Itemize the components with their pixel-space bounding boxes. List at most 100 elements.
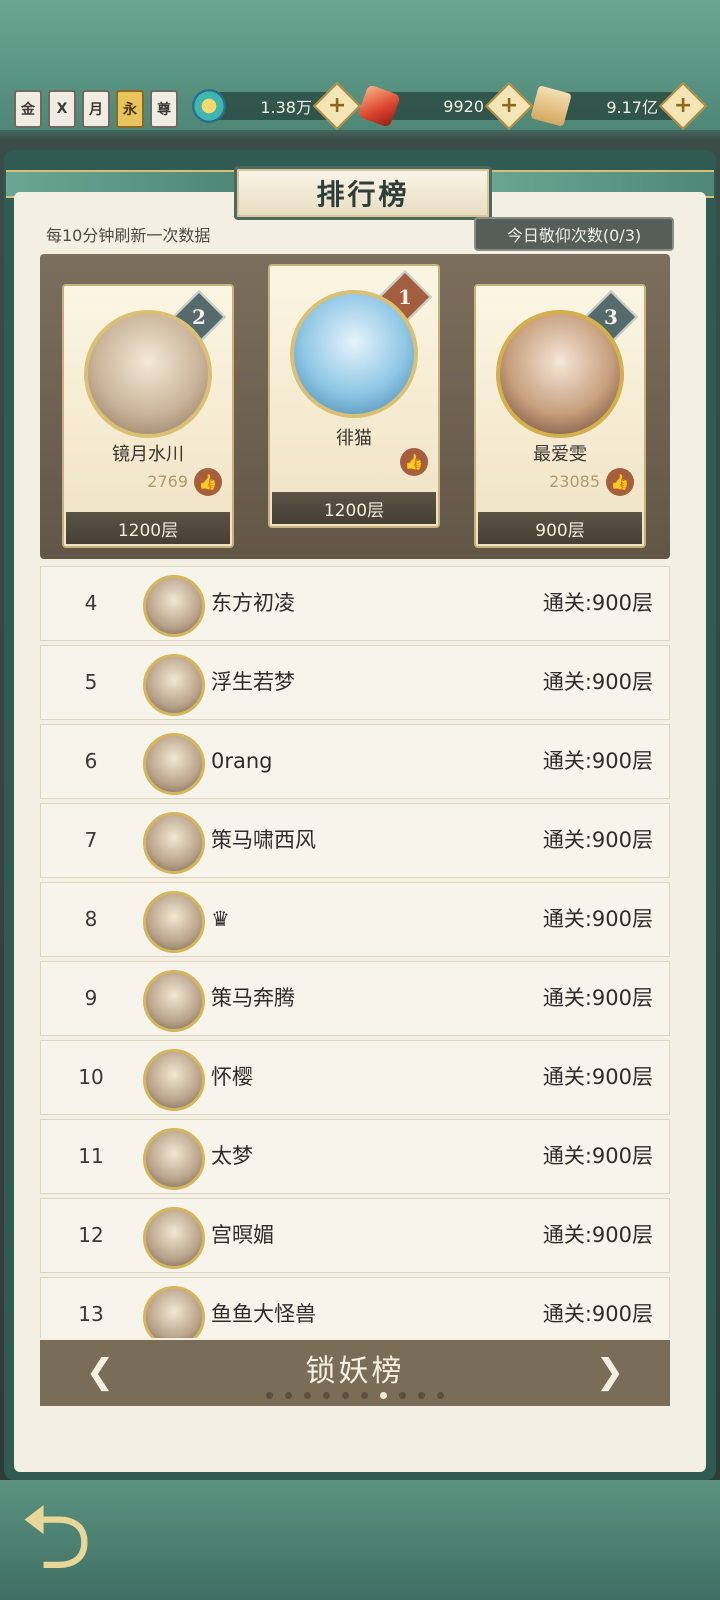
thumbs-up-icon[interactable]: 👍	[606, 468, 634, 496]
avatar[interactable]	[143, 654, 205, 716]
page-dot[interactable]	[304, 1392, 311, 1399]
add-scroll-ticket-button[interactable]: +	[658, 81, 708, 131]
badge-gold-title[interactable]: 金	[14, 90, 42, 128]
avatar[interactable]	[143, 733, 205, 795]
player-name: 0rang	[211, 749, 273, 773]
table-row[interactable]: 12 宫暝媚 通关:900层	[40, 1198, 670, 1273]
resource-scroll-ticket: 9.17亿 +	[530, 81, 708, 131]
spirit-coin-icon	[192, 89, 226, 123]
avatar[interactable]	[143, 1128, 205, 1190]
add-spirit-coin-button[interactable]: +	[312, 81, 362, 131]
player-name: 镜月水川	[112, 444, 184, 465]
page-dot[interactable]	[418, 1392, 425, 1399]
player-name: 最爱雯	[533, 444, 587, 465]
clear-result: 通关:900层	[542, 1302, 653, 1326]
red-crystal-icon	[357, 84, 401, 128]
avatar[interactable]	[143, 1049, 205, 1111]
avatar	[496, 310, 624, 438]
table-row[interactable]: 7 策马啸西风 通关:900层	[40, 803, 670, 878]
rank-number: 8	[84, 907, 98, 931]
rank-number: 6	[84, 749, 98, 773]
player-name: 东方初凌	[211, 591, 295, 615]
player-name: 徘猫	[336, 428, 372, 449]
top-status-bar: 金 X 月 永 尊 1.38万 + 9920 + 9.17亿 +	[0, 0, 720, 131]
avatar[interactable]	[143, 891, 205, 953]
back-arrow-icon[interactable]: ⮌	[20, 1488, 160, 1588]
refresh-note: 每10分钟刷新一次数据	[46, 226, 211, 245]
avatar[interactable]	[143, 970, 205, 1032]
avatar[interactable]	[143, 575, 205, 637]
table-row[interactable]: 8 ♛ 通关:900层	[40, 882, 670, 957]
rank-number: 7	[84, 828, 98, 852]
page-dot[interactable]	[342, 1392, 349, 1399]
clear-result: 通关:900层	[542, 1144, 653, 1168]
badge-supreme-title[interactable]: 尊	[150, 90, 178, 128]
rank-number: 4	[84, 591, 98, 615]
rank-number: 11	[78, 1144, 104, 1168]
page-dot[interactable]	[437, 1392, 444, 1399]
top-three-podium: 2 镜月水川 2769 👍 1200层 1 徘猫 👍 1200层 3 最爱雯 2…	[40, 254, 670, 559]
leaderboard-name: 锁妖榜	[305, 1354, 405, 1389]
podium-card-third[interactable]: 3 最爱雯 23085 👍 900层	[474, 284, 646, 548]
player-name: ♛	[211, 907, 230, 931]
like-count: 23085	[549, 472, 600, 491]
plus-icon: +	[499, 93, 519, 118]
page-dot[interactable]	[266, 1392, 273, 1399]
podium-card-first[interactable]: 1 徘猫 👍 1200层	[268, 264, 440, 528]
page-dot[interactable]	[361, 1392, 368, 1399]
ranking-list[interactable]: 4 东方初凌 通关:900层 5 浮生若梦 通关:900层 6 0rang 通关…	[40, 566, 670, 1338]
rank-number: 5	[84, 670, 98, 694]
table-row[interactable]: 4 东方初凌 通关:900层	[40, 566, 670, 641]
player-name: 浮生若梦	[211, 670, 295, 694]
page-dot[interactable]	[399, 1392, 406, 1399]
player-name: 太梦	[211, 1144, 253, 1168]
thumbs-up-icon[interactable]: 👍	[194, 468, 222, 496]
table-row[interactable]: 6 0rang 通关:900层	[40, 724, 670, 799]
resource-spirit-coin: 1.38万 +	[192, 81, 362, 131]
table-row[interactable]: 10 怀樱 通关:900层	[40, 1040, 670, 1115]
table-row[interactable]: 9 策马奔腾 通关:900层	[40, 961, 670, 1036]
add-red-crystal-button[interactable]: +	[484, 81, 534, 131]
player-name: 策马奔腾	[211, 986, 295, 1010]
clear-result: 通关:900层	[542, 670, 653, 694]
player-name: 怀樱	[211, 1065, 253, 1089]
avatar	[290, 290, 418, 418]
avatar[interactable]	[143, 1286, 205, 1338]
leaderboard-tab-switcher: ❮ 锁妖榜 ❯	[40, 1340, 670, 1406]
clear-result: 通关:900层	[542, 907, 653, 931]
page-dot[interactable]	[285, 1392, 292, 1399]
scroll-ticket-icon	[530, 85, 572, 127]
floor-result: 900层	[478, 512, 642, 544]
badge-x-title[interactable]: X	[48, 90, 76, 128]
avatar[interactable]	[143, 812, 205, 874]
clear-result: 通关:900层	[542, 749, 653, 773]
thumbs-up-icon[interactable]: 👍	[400, 448, 428, 476]
player-name: 宫暝媚	[211, 1223, 274, 1247]
table-row[interactable]: 5 浮生若梦 通关:900层	[40, 645, 670, 720]
rank-number: 10	[78, 1065, 104, 1089]
clear-result: 通关:900层	[542, 828, 653, 852]
floor-result: 1200层	[66, 512, 230, 544]
panel-title: 排行榜	[316, 178, 410, 211]
avatar[interactable]	[143, 1207, 205, 1269]
worship-count-button[interactable]: 今日敬仰次数(0/3)	[474, 217, 674, 251]
clear-result: 通关:900层	[542, 1065, 653, 1089]
title-badges: 金 X 月 永 尊	[14, 90, 178, 128]
badge-moon-title[interactable]: 月	[82, 90, 110, 128]
clear-result: 通关:900层	[542, 1223, 653, 1247]
scroll-ticket-value: 9.17亿	[606, 98, 658, 117]
rank-number: 9	[84, 986, 98, 1010]
badge-eternal-title[interactable]: 永	[116, 90, 144, 128]
table-row[interactable]: 13 鱼鱼大怪兽 通关:900层	[40, 1277, 670, 1338]
table-row[interactable]: 11 太梦 通关:900层	[40, 1119, 670, 1194]
page-dot[interactable]	[380, 1392, 387, 1399]
chevron-right-icon[interactable]: ❯	[590, 1352, 630, 1392]
spirit-coin-value: 1.38万	[260, 98, 312, 117]
page-dot[interactable]	[323, 1392, 330, 1399]
floor-result: 1200层	[272, 492, 436, 524]
red-crystal-value: 9920	[443, 96, 484, 116]
plus-icon: +	[327, 93, 347, 118]
podium-card-second[interactable]: 2 镜月水川 2769 👍 1200层	[62, 284, 234, 548]
page-indicator	[40, 1392, 670, 1399]
rank-number: 12	[78, 1223, 104, 1247]
